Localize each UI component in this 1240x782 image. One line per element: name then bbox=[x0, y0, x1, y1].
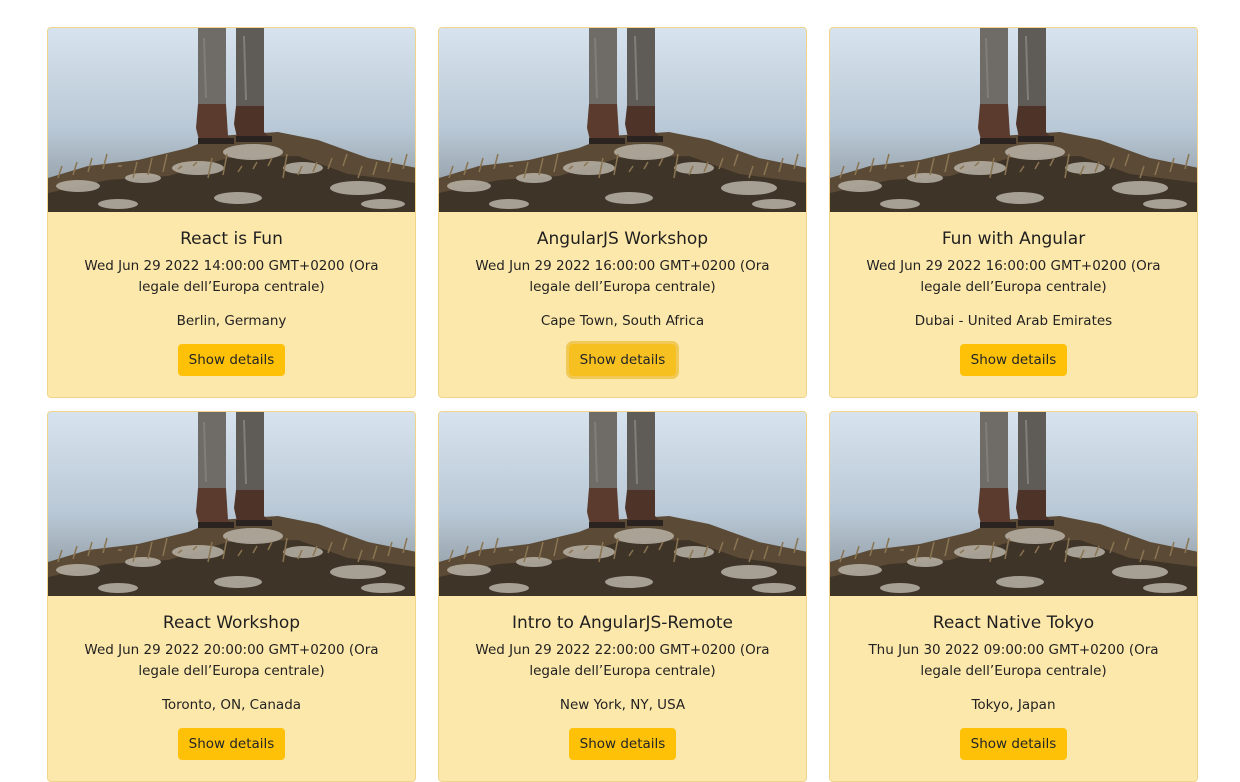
event-title: Fun with Angular bbox=[941, 229, 1086, 249]
event-location: Toronto, ON, Canada bbox=[161, 697, 302, 713]
event-location: Dubai - United Arab Emirates bbox=[914, 313, 1113, 329]
show-details-button[interactable]: Show details bbox=[959, 344, 1068, 376]
event-photo bbox=[439, 412, 806, 596]
event-location: Tokyo, Japan bbox=[971, 697, 1056, 713]
event-card: React Workshop Wed Jun 29 2022 20:00:00 … bbox=[47, 411, 416, 782]
event-date: Wed Jun 29 2022 14:00:00 GMT+0200 (Ora l… bbox=[84, 258, 379, 295]
event-location: Berlin, Germany bbox=[176, 313, 287, 329]
show-details-button[interactable]: Show details bbox=[177, 728, 286, 760]
show-details-button[interactable]: Show details bbox=[177, 344, 286, 376]
event-photo bbox=[830, 412, 1197, 596]
event-card: React is Fun Wed Jun 29 2022 14:00:00 GM… bbox=[47, 27, 416, 398]
show-details-button[interactable]: Show details bbox=[959, 728, 1068, 760]
event-date: Wed Jun 29 2022 16:00:00 GMT+0200 (Ora l… bbox=[866, 258, 1161, 295]
event-date: Thu Jun 30 2022 09:00:00 GMT+0200 (Ora l… bbox=[868, 642, 1159, 679]
show-details-button[interactable]: Show details bbox=[568, 728, 677, 760]
event-photo bbox=[48, 412, 415, 596]
event-location: New York, NY, USA bbox=[559, 697, 686, 713]
event-date: Wed Jun 29 2022 22:00:00 GMT+0200 (Ora l… bbox=[475, 642, 770, 679]
event-card: React Native Tokyo Thu Jun 30 2022 09:00… bbox=[829, 411, 1198, 782]
event-title: React is Fun bbox=[180, 229, 283, 249]
event-title: Intro to AngularJS-Remote bbox=[512, 613, 733, 633]
event-title: React Workshop bbox=[162, 613, 301, 633]
event-card-grid: React is Fun Wed Jun 29 2022 14:00:00 GM… bbox=[47, 27, 1198, 782]
event-date: Wed Jun 29 2022 20:00:00 GMT+0200 (Ora l… bbox=[84, 642, 379, 679]
event-photo bbox=[439, 28, 806, 212]
event-card: Intro to AngularJS-Remote Wed Jun 29 202… bbox=[438, 411, 807, 782]
show-details-button[interactable]: Show details bbox=[568, 344, 677, 376]
event-card: Fun with Angular Wed Jun 29 2022 16:00:0… bbox=[829, 27, 1198, 398]
event-photo bbox=[830, 28, 1197, 212]
event-photo bbox=[48, 28, 415, 212]
event-date: Wed Jun 29 2022 16:00:00 GMT+0200 (Ora l… bbox=[475, 258, 770, 295]
event-card: AngularJS Workshop Wed Jun 29 2022 16:00… bbox=[438, 27, 807, 398]
event-location: Cape Town, South Africa bbox=[540, 313, 705, 329]
event-title: AngularJS Workshop bbox=[536, 229, 709, 249]
event-title: React Native Tokyo bbox=[932, 613, 1095, 633]
